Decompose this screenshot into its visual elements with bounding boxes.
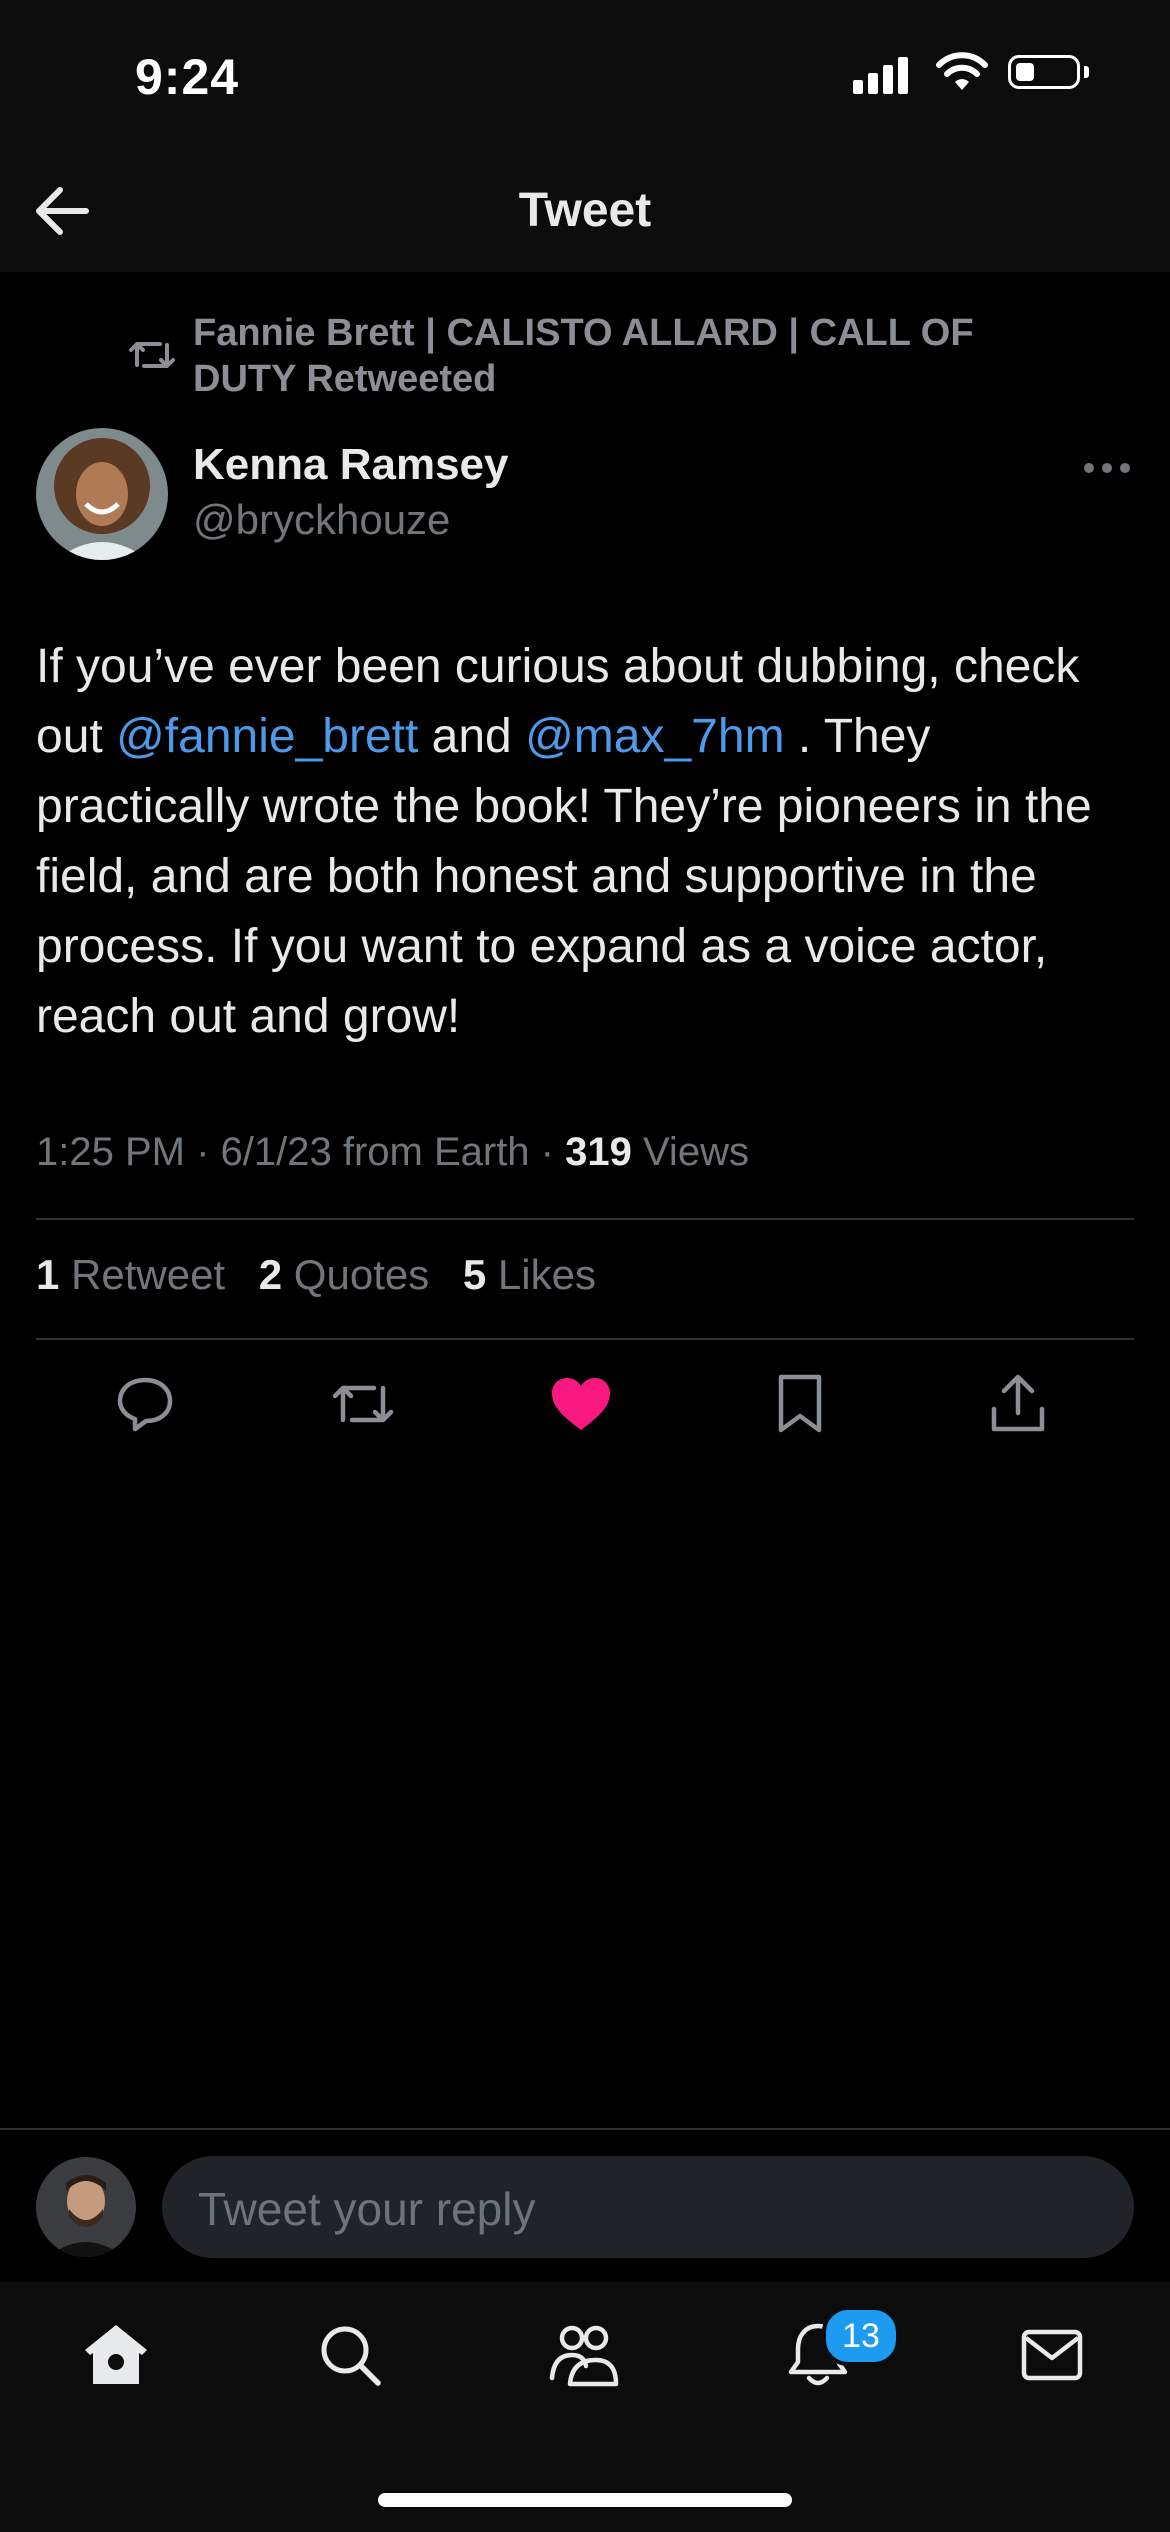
tab-search[interactable]	[305, 2310, 395, 2400]
like-button[interactable]	[541, 1364, 621, 1444]
tweet-metadata: 1:25 PM · 6/1/23 from Earth · 319 Views	[36, 1130, 749, 1175]
current-user-avatar[interactable]	[36, 2157, 136, 2257]
home-icon	[85, 2325, 147, 2384]
status-time: 9:24	[135, 49, 240, 105]
author-handle[interactable]: @bryckhouze	[193, 496, 450, 544]
divider	[36, 1218, 1134, 1220]
views-count[interactable]: 319	[565, 1130, 632, 1174]
retweet-button[interactable]	[323, 1364, 403, 1444]
share-icon	[991, 1374, 1045, 1432]
tab-communities[interactable]	[539, 2310, 629, 2400]
engagement-stats: 1 Retweet 2 Quotes 5 Likes	[36, 1251, 618, 1299]
search-icon	[321, 2326, 381, 2386]
bookmark-button[interactable]	[760, 1364, 840, 1444]
page-title: Tweet	[518, 184, 652, 237]
likes-label: Likes	[486, 1251, 596, 1298]
tab-home[interactable]	[71, 2310, 161, 2400]
messages-icon	[1021, 2329, 1083, 2381]
heart-icon	[552, 1378, 610, 1430]
tweet-timestamp: 1:25 PM · 6/1/23 from Earth ·	[36, 1130, 566, 1174]
likes-stat[interactable]: 5 Likes	[463, 1251, 596, 1298]
reply-placeholder[interactable]: Tweet your reply	[198, 2182, 535, 2236]
home-indicator	[378, 2493, 792, 2507]
bookmark-icon	[778, 1374, 822, 1433]
retweet-small-icon	[129, 342, 175, 368]
reply-icon	[117, 1377, 173, 1432]
wifi-icon	[936, 52, 988, 90]
quotes-label: Quotes	[282, 1251, 430, 1298]
retweet-icon	[332, 1385, 394, 1423]
quotes-count: 2	[258, 1251, 283, 1298]
tweet-text: If you’ve ever been curious about dubbin…	[36, 632, 1136, 1052]
more-options-icon[interactable]	[1083, 455, 1131, 481]
cellular-signal-icon	[853, 57, 908, 94]
mention-link[interactable]: @fannie_brett	[116, 710, 418, 763]
tab-messages[interactable]	[1007, 2310, 1097, 2400]
tweet-text-part: and	[418, 710, 526, 763]
reply-button[interactable]	[105, 1364, 185, 1444]
retweets-count: 1	[36, 1251, 60, 1298]
author-avatar[interactable]	[36, 428, 168, 560]
author-name[interactable]: Kenna Ramsey	[193, 440, 508, 490]
likes-count: 5	[462, 1251, 487, 1298]
notifications-badge: 13	[822, 2306, 900, 2366]
retweets-label: Retweet	[59, 1251, 226, 1298]
share-button[interactable]	[978, 1364, 1058, 1444]
mention-link[interactable]: @max_7hm	[525, 710, 784, 763]
quotes-stat[interactable]: 2 Quotes	[259, 1251, 429, 1298]
communities-icon	[549, 2325, 619, 2387]
views-label[interactable]: Views	[632, 1130, 749, 1174]
retweets-stat[interactable]: 1 Retweet	[36, 1251, 225, 1298]
retweeted-by-label[interactable]: Fannie Brett | CALISTO ALLARD | CALL OF …	[193, 310, 1013, 402]
battery-icon	[1008, 55, 1080, 89]
battery-nub	[1084, 66, 1089, 78]
divider	[36, 1338, 1134, 1340]
